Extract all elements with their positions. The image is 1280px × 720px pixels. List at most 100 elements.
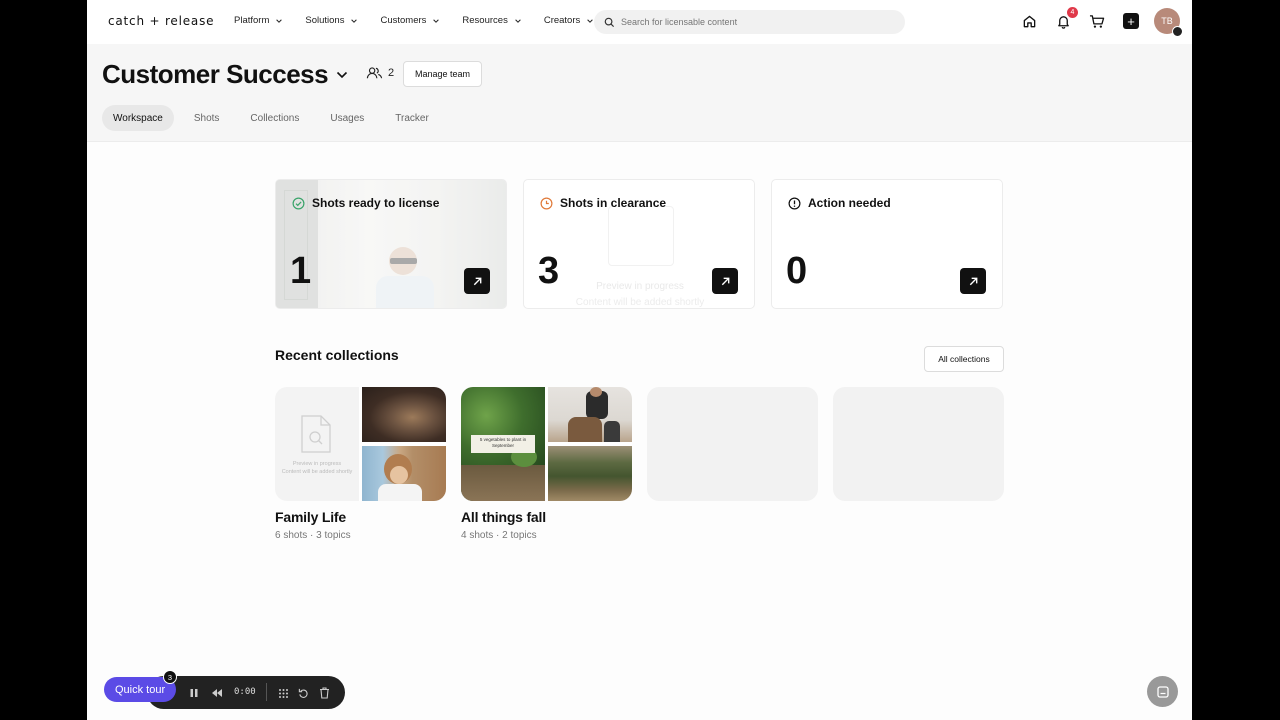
- arrow-up-right-icon: [969, 277, 977, 285]
- collection-thumbnail-garden: 5 vegetables to plant in September: [461, 387, 545, 501]
- collection-thumbnail-family: [548, 387, 632, 442]
- preview-note: Content will be added shortly: [575, 297, 705, 308]
- rewind-button[interactable]: [210, 686, 224, 700]
- users-icon: [366, 67, 383, 79]
- nav-item-label: Platform: [234, 15, 270, 26]
- search-icon: [604, 17, 615, 27]
- open-shots-in-clearance-button[interactable]: [712, 268, 738, 294]
- tab-shots[interactable]: Shots: [183, 105, 231, 131]
- card-header: Shots ready to license: [292, 196, 439, 210]
- create-button[interactable]: +: [1122, 12, 1140, 30]
- preview-status: Preview in progress: [292, 461, 342, 467]
- brand-logo[interactable]: catch + release: [108, 14, 214, 28]
- nav-item-label: Solutions: [305, 15, 345, 26]
- collection-card-family-life[interactable]: Preview in progress Content will be adde…: [275, 387, 446, 501]
- workspace-tabs: Workspace Shots Collections Usages Track…: [102, 105, 449, 131]
- child-shirt: [378, 484, 422, 501]
- nav-item-resources[interactable]: Resources: [462, 15, 521, 26]
- restart-button[interactable]: [296, 686, 310, 700]
- alert-circle-icon: [788, 197, 801, 209]
- card-shots-ready[interactable]: Shots ready to license 1: [275, 179, 507, 309]
- card-action-needed[interactable]: Action needed 0: [771, 179, 1003, 309]
- grid-button[interactable]: [276, 686, 290, 700]
- collection-topics-count: 2 topics: [502, 530, 537, 541]
- pause-icon: [190, 689, 198, 697]
- open-action-needed-button[interactable]: [960, 268, 986, 294]
- nav-item-platform[interactable]: Platform: [234, 15, 283, 26]
- chevron-down-icon: [276, 18, 283, 23]
- check-circle-icon: [292, 197, 305, 209]
- tab-tracker[interactable]: Tracker: [384, 105, 440, 131]
- nav-actions: 4 + TB: [1004, 7, 1183, 37]
- home-button[interactable]: [1020, 12, 1038, 30]
- tab-workspace[interactable]: Workspace: [102, 105, 174, 131]
- card-header: Shots in clearance: [540, 196, 666, 210]
- child-face: [390, 466, 408, 484]
- trash-icon: [319, 687, 329, 699]
- divider: [266, 683, 267, 701]
- nav-item-creators[interactable]: Creators: [544, 15, 594, 26]
- tour-count-badge: 3: [163, 670, 177, 684]
- home-icon: [1023, 15, 1035, 27]
- app-window: catch + release Platform Solutions Custo…: [87, 0, 1192, 720]
- rewind-icon: [212, 689, 222, 697]
- cart-icon: [1089, 14, 1105, 28]
- card-value: 1: [290, 250, 312, 292]
- soil: [461, 465, 545, 501]
- collection-placeholder: [833, 387, 1004, 501]
- tab-usages[interactable]: Usages: [319, 105, 375, 131]
- chat-icon: [1156, 685, 1169, 698]
- dog-figure: [568, 417, 602, 442]
- collection-shots-count: 4 shots: [461, 530, 494, 541]
- top-navigation: catch + release Platform Solutions Custo…: [87, 0, 1192, 44]
- card-label: Shots ready to license: [312, 196, 440, 210]
- page-title: Customer Success: [102, 59, 329, 89]
- page-header: Customer Success 2 Manage team Workspace…: [87, 44, 1192, 142]
- main-menu: Platform Solutions Customers Resources C…: [234, 15, 616, 26]
- document-icon: [608, 206, 674, 266]
- arrow-up-right-icon: [473, 277, 481, 285]
- chevron-down-icon: [433, 18, 440, 23]
- person-head: [590, 387, 602, 397]
- nav-item-customers[interactable]: Customers: [380, 15, 440, 26]
- open-shots-ready-button[interactable]: [464, 268, 490, 294]
- child-figure: [604, 421, 620, 442]
- collection-card-all-things-fall[interactable]: 5 vegetables to plant in September: [461, 387, 632, 501]
- card-shots-in-clearance[interactable]: Preview in progress Content will be adde…: [523, 179, 755, 309]
- avatar-status-icon: [1172, 26, 1183, 37]
- avatar[interactable]: TB: [1154, 8, 1183, 37]
- card-header: Action needed: [788, 196, 891, 210]
- search-bar[interactable]: [594, 10, 905, 34]
- member-count: 2: [388, 67, 395, 79]
- collection-thumbnail-trees: [548, 446, 632, 501]
- nav-item-label: Resources: [462, 15, 508, 26]
- collection-name[interactable]: All things fall: [461, 509, 546, 525]
- collection-name[interactable]: Family Life: [275, 509, 346, 525]
- tab-collections[interactable]: Collections: [239, 105, 310, 131]
- manage-team-button[interactable]: Manage team: [403, 61, 482, 87]
- nav-item-label: Creators: [543, 15, 581, 26]
- notifications-button[interactable]: 4: [1054, 7, 1078, 30]
- chevron-down-icon: [515, 18, 521, 23]
- chevron-down-icon[interactable]: [335, 68, 349, 82]
- card-label: Shots in clearance: [560, 196, 667, 210]
- preview-note: Content will be added shortly: [281, 469, 353, 475]
- chat-button[interactable]: [1147, 676, 1178, 707]
- pause-button[interactable]: [187, 686, 201, 700]
- all-collections-button[interactable]: All collections: [924, 346, 1004, 372]
- notification-badge: 4: [1067, 7, 1078, 18]
- avatar-initials: TB: [1161, 16, 1173, 26]
- collection-topics-count: 3 topics: [316, 530, 351, 541]
- document-search-icon: [301, 415, 331, 453]
- arrow-up-right-icon: [721, 277, 729, 285]
- card-value: 0: [786, 250, 808, 292]
- delete-button[interactable]: [317, 686, 331, 700]
- nav-item-solutions[interactable]: Solutions: [305, 15, 358, 26]
- card-label: Action needed: [808, 196, 891, 210]
- collection-thumbnail-cat: [362, 387, 446, 442]
- collection-preview-placeholder: Preview in progress Content will be adde…: [275, 387, 359, 501]
- cart-button[interactable]: [1088, 12, 1106, 30]
- nav-item-label: Customers: [380, 15, 427, 26]
- search-input[interactable]: [621, 17, 881, 27]
- team-members[interactable]: 2: [366, 66, 394, 80]
